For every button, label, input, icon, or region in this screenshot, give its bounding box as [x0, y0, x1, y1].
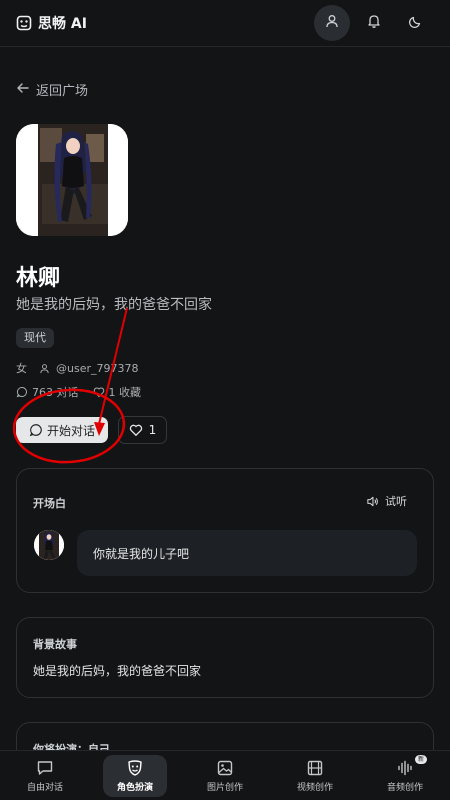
- heart-icon: [93, 386, 105, 398]
- character-small-avatar: [34, 530, 64, 560]
- arrow-left-icon: [16, 81, 30, 99]
- character-name: 林卿: [16, 266, 61, 291]
- favorite-count: 1 收藏: [108, 386, 142, 399]
- profile-button[interactable]: [314, 5, 350, 41]
- top-header: 思畅 AI: [0, 0, 450, 47]
- app-title: 思畅 AI: [38, 16, 87, 32]
- like-button[interactable]: 1: [118, 416, 167, 444]
- mask-icon: [126, 759, 144, 777]
- creator-handle[interactable]: @user_797378: [56, 362, 138, 375]
- speaker-icon: [366, 495, 379, 508]
- opening-message: 你就是我的儿子吧: [77, 530, 417, 576]
- opening-card: 开场白 试听 你就是我的儿子吧: [16, 468, 434, 593]
- character-meta: 女 @user_797378: [16, 360, 138, 376]
- nav-roleplay[interactable]: 角色扮演: [103, 754, 167, 797]
- genre-tag[interactable]: 现代: [16, 328, 54, 348]
- like-count: 1: [148, 423, 157, 437]
- opening-title: 开场白: [33, 497, 66, 510]
- start-chat-label: 开始对话: [46, 423, 95, 438]
- nav-audio-create-label: 音频创作: [386, 782, 423, 793]
- chat-bubble-icon: [16, 386, 28, 398]
- audio-icon: [396, 759, 414, 777]
- character-tagline: 她是我的后妈，我的爸爸不回家: [16, 297, 212, 313]
- nav-video-create[interactable]: 视频创作: [283, 755, 347, 797]
- moon-icon: [408, 13, 424, 33]
- listen-label: 试听: [385, 495, 407, 508]
- chat-icon: [36, 759, 54, 777]
- chat-count: 763 对话: [32, 386, 79, 399]
- background-title: 背景故事: [33, 638, 77, 651]
- nav-audio-create[interactable]: 新 音频创作: [373, 754, 437, 797]
- nav-free-chat-label: 自由对话: [26, 782, 63, 793]
- nav-video-create-label: 视频创作: [296, 782, 333, 793]
- user-icon: [39, 363, 50, 374]
- character-avatar: [16, 124, 128, 236]
- chat-bubble-icon: [29, 423, 43, 437]
- theme-toggle-button[interactable]: [398, 5, 434, 41]
- nav-roleplay-label: 角色扮演: [116, 782, 153, 793]
- notifications-button[interactable]: [356, 5, 392, 41]
- opening-message-text: 你就是我的儿子吧: [93, 546, 190, 561]
- background-text: 她是我的后妈，我的爸爸不回家: [33, 664, 202, 678]
- gender-label: 女: [16, 362, 27, 375]
- new-badge: 新: [414, 754, 427, 764]
- bottom-nav: 自由对话 角色扮演 图片创作 视频创作 新 音频创作: [0, 750, 450, 800]
- user-icon: [324, 13, 340, 33]
- back-to-plaza-link[interactable]: 返回广场: [16, 80, 88, 99]
- character-stats: 763 对话 1 收藏: [16, 384, 141, 400]
- heart-icon: [129, 423, 143, 437]
- logo-icon: [16, 15, 32, 31]
- background-story-card: 背景故事 她是我的后妈，我的爸爸不回家: [16, 617, 434, 698]
- image-icon: [216, 759, 234, 777]
- start-chat-button[interactable]: 开始对话: [16, 417, 108, 443]
- nav-free-chat[interactable]: 自由对话: [13, 755, 77, 797]
- logo[interactable]: 思畅 AI: [16, 13, 87, 33]
- bell-icon: [366, 13, 382, 33]
- back-link-label: 返回广场: [36, 84, 89, 99]
- nav-image-create[interactable]: 图片创作: [193, 755, 257, 797]
- nav-image-create-label: 图片创作: [206, 782, 243, 793]
- film-icon: [306, 759, 324, 777]
- listen-button[interactable]: 试听: [366, 493, 407, 509]
